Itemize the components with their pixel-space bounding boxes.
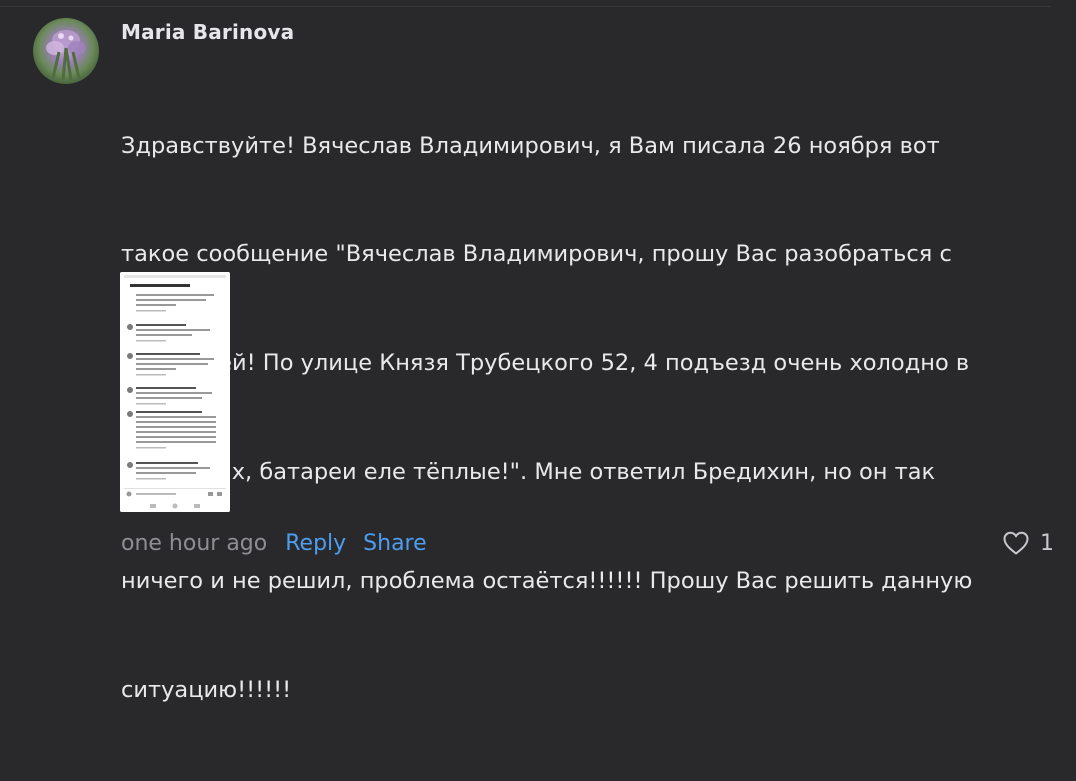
timestamp[interactable]: one hour ago bbox=[121, 531, 267, 556]
comment-text-line: квартирах, батареи еле тёплые!". Мне отв… bbox=[121, 459, 936, 486]
author-name[interactable]: Maria Barinova bbox=[121, 20, 294, 44]
like-count: 1 bbox=[1040, 530, 1054, 556]
comment-text-line: ситуацию!!!!!! bbox=[121, 677, 292, 704]
comment-text-line: ситуацией! По улице Князя Трубецкого 52,… bbox=[121, 350, 970, 377]
comment-text-line: Здравствуйте! Вячеслав Владимирович, я В… bbox=[121, 132, 940, 159]
reply-button[interactable]: Reply bbox=[285, 531, 346, 556]
comment-text: Здравствуйте! Вячеслав Владимирович, я В… bbox=[121, 55, 1036, 781]
like-button[interactable]: 1 bbox=[1002, 528, 1054, 558]
heart-icon bbox=[1003, 531, 1029, 555]
attachment-thumbnail[interactable] bbox=[120, 272, 230, 512]
comment-text-line: ничего и не решил, проблема остаётся!!!!… bbox=[121, 568, 973, 595]
comment-text-line: такое сообщение "Вячеслав Владимирович, … bbox=[121, 241, 952, 268]
avatar[interactable] bbox=[33, 18, 99, 84]
divider bbox=[0, 0, 1051, 7]
comment: Maria Barinova Здравствуйте! Вячеслав Вл… bbox=[0, 0, 1076, 703]
share-button[interactable]: Share bbox=[363, 531, 427, 556]
comment-footer: one hour ago Reply Share bbox=[121, 528, 444, 558]
